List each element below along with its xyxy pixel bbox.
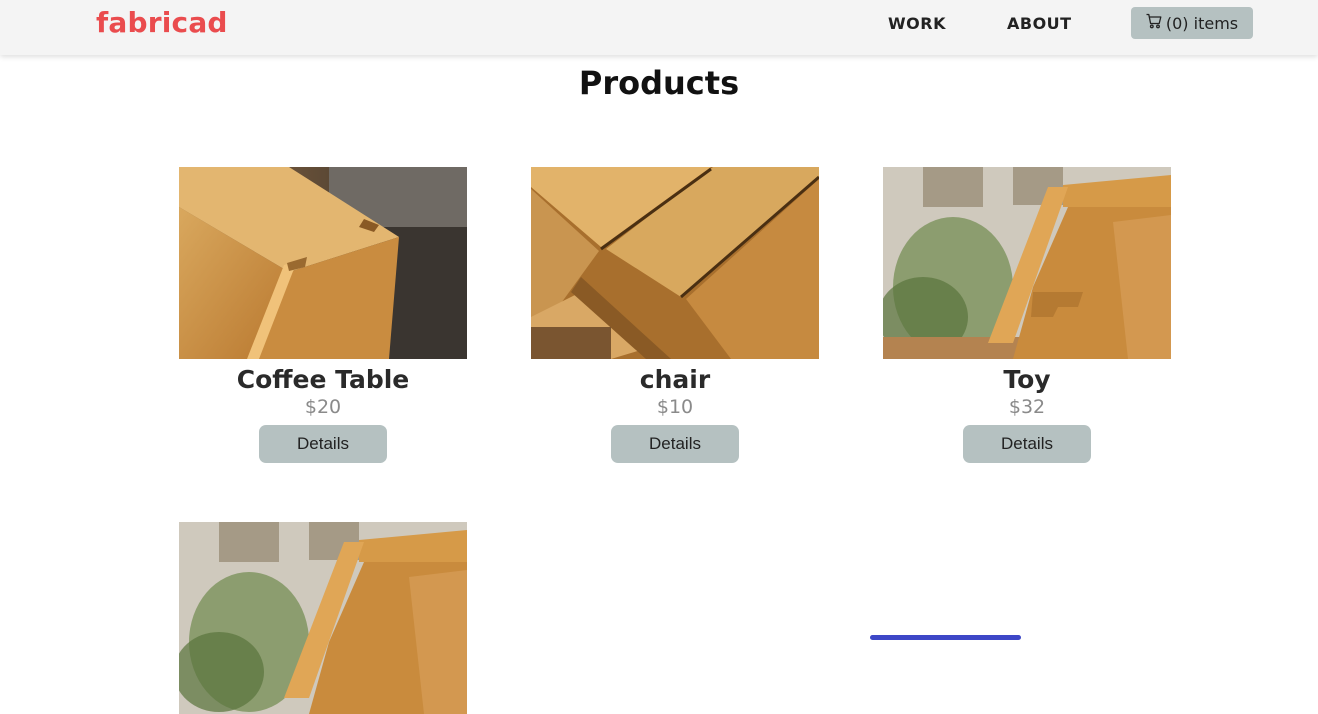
product-card: Coffee Table $20 Details	[179, 167, 467, 463]
page-title: Products	[578, 64, 740, 102]
product-price: $20	[304, 396, 342, 418]
cart-button[interactable]: (0) items	[1131, 7, 1253, 39]
cart-label: (0) items	[1165, 13, 1239, 33]
brand-logo[interactable]: fabricad	[96, 6, 228, 39]
nav-link-work[interactable]: WORK	[888, 14, 946, 33]
product-price: $10	[656, 396, 694, 418]
product-card	[179, 522, 467, 714]
details-button[interactable]: Details	[963, 425, 1091, 463]
nav-link-about[interactable]: ABOUT	[1007, 14, 1072, 33]
details-button[interactable]: Details	[259, 425, 387, 463]
product-price: $32	[1008, 396, 1046, 418]
details-button[interactable]: Details	[611, 425, 739, 463]
product-image[interactable]	[883, 167, 1171, 359]
product-card: Toy $32 Details	[883, 167, 1171, 463]
product-image[interactable]	[531, 167, 819, 359]
product-card: chair $10 Details	[531, 167, 819, 463]
product-name: chair	[639, 365, 711, 394]
product-name: Coffee Table	[236, 365, 410, 394]
scroll-indicator	[870, 635, 1021, 640]
product-image[interactable]	[179, 522, 467, 714]
cart-icon	[1146, 13, 1162, 33]
product-name: Toy	[1003, 365, 1051, 394]
navbar: fabricad WORK ABOUT (0) items	[0, 0, 1318, 55]
product-image[interactable]	[179, 167, 467, 359]
